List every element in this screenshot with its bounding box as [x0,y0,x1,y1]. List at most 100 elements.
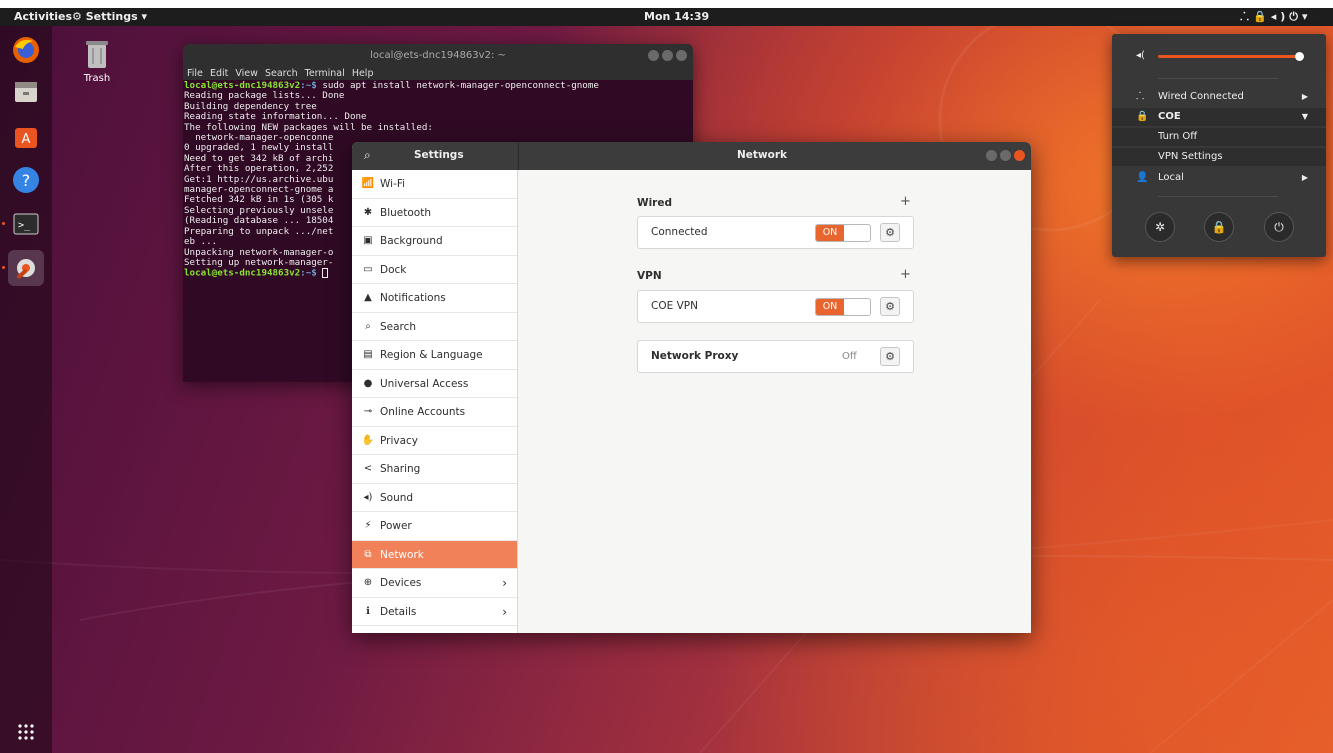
vpn-icon: 🔒 [1253,10,1271,23]
settings-icon [16,259,35,279]
terminal-launcher[interactable]: >_ [8,206,44,242]
clock[interactable]: Mon 14:39 [644,10,709,24]
wired-menu-item[interactable]: ⸫ Wired Connected ▶ [1112,88,1326,106]
sidebar-item-label: Background [380,235,443,247]
files-icon [15,82,37,102]
sidebar-item-label: Devices [380,577,422,589]
settings-icon: ✲ [1154,220,1166,234]
sidebar-item-sound[interactable]: ◂) Sound [352,484,517,512]
top-bar: Activities ⚙ Settings ▾ Mon 14:39 ⸫🔒◂)⏻▾ [0,8,1333,26]
app-menu-button[interactable]: ⚙ Settings ▾ [72,10,147,24]
menu-file[interactable]: File [187,68,203,79]
sidebar-item-search[interactable]: ⌕ Search [352,313,517,341]
sidebar-item-region-language[interactable]: ▤ Region & Language [352,341,517,370]
add-wired-button[interactable]: + [900,194,911,209]
chevron-right-icon: › [502,604,507,619]
user-menu-item[interactable]: 👤 Local ▶ [1112,169,1326,187]
wired-status: Connected [651,226,708,238]
firefox-launcher[interactable] [8,32,44,68]
vpn-section-title: VPN [637,270,662,282]
toggle-on-label: ON [816,299,844,315]
close-button[interactable] [1014,150,1025,161]
add-vpn-button[interactable]: + [900,267,911,282]
vpn-settings-button[interactable]: ⚙ [880,297,900,316]
menu-edit[interactable]: Edit [210,68,228,79]
sidebar-item-privacy[interactable]: ✋ Privacy [352,427,517,455]
sidebar-item-network[interactable]: ⧉ Network [352,540,517,569]
menu-help[interactable]: Help [352,68,374,79]
vpn-settings-label: VPN Settings [1158,151,1223,162]
menu-terminal[interactable]: Terminal [305,68,345,79]
gear-icon: ⚙ [885,226,895,239]
sidebar-item-universal-access[interactable]: ● Universal Access [352,370,517,398]
vpn-settings-item[interactable]: VPN Settings [1112,148,1326,166]
close-button[interactable] [676,50,687,61]
vpn-icon: 🔒 [1136,111,1149,122]
software-launcher[interactable]: A [8,118,44,154]
sidebar-item-label: Network [380,548,424,561]
settings-button[interactable]: ✲ [1145,212,1175,242]
sidebar-item-dock[interactable]: ▭ Dock [352,256,517,284]
running-indicator [2,222,5,225]
maximize-button[interactable] [1000,150,1011,161]
proxy-settings-button[interactable]: ⚙ [880,347,900,366]
volume-icon: ◂) [1270,10,1290,23]
details-icon: ℹ [366,605,370,617]
region-icon: ▤ [363,349,373,360]
terminal-menubar: File Edit View Search Terminal Help [183,68,693,80]
top-edge [0,0,1333,8]
proxy-status: Off [842,351,857,362]
proxy-label: Network Proxy [651,350,739,362]
sidebar-item-background[interactable]: ▣ Background [352,227,517,256]
sidebar-item-label: Sound [380,491,414,504]
prompt-user: local@ets-dnc194863v2 [184,267,301,279]
lock-button[interactable]: 🔒 [1204,212,1234,242]
activities-button[interactable]: Activities [14,10,72,24]
wired-settings-button[interactable]: ⚙ [880,223,900,242]
show-applications-button[interactable] [8,714,44,750]
sidebar-item-bluetooth[interactable]: ✱ Bluetooth [352,199,517,227]
menu-search[interactable]: Search [265,68,298,79]
sidebar-title: Settings [414,149,464,161]
power-icon: ⏻ [1274,220,1284,234]
sidebar-item-label: Notifications [380,292,446,304]
volume-slider[interactable] [1158,52,1304,61]
sidebar-item-notifications[interactable]: ▲ Notifications [352,284,517,313]
sidebar-item-power[interactable]: ⚡ Power [352,512,517,541]
svg-text:A: A [22,132,31,147]
sidebar-item-label: Search [380,320,417,333]
sidebar-item-label: Bluetooth [380,206,431,219]
terminal-title: local@ets-dnc194863v2: ~ [370,50,506,61]
prompt-path: :~$ [300,267,317,279]
network-proxy-row[interactable]: Network Proxy Off ⚙ [637,340,914,373]
settings-headerbar: ⌕ Settings Network [352,142,1031,170]
search-toggle-button[interactable]: ⌕ [364,148,371,163]
sidebar-item-online-accounts[interactable]: ⊸ Online Accounts [352,398,517,427]
sidebar-item-details[interactable]: ℹ Details › [352,598,517,626]
maximize-button[interactable] [662,50,673,61]
search-icon: ⌕ [365,320,371,332]
menu-view[interactable]: View [235,68,258,79]
files-launcher[interactable] [8,74,44,110]
power-off-button[interactable]: ⏻ [1264,212,1294,242]
vpn-toggle[interactable]: ON [815,298,871,316]
sidebar-item-wi-fi[interactable]: 📶 Wi-Fi [352,170,517,199]
gear-icon: ⚙ [885,350,895,363]
trash-desktop-icon[interactable]: Trash [74,38,120,84]
sidebar-item-devices[interactable]: ⊕ Devices › [352,569,517,598]
vpn-menu-item[interactable]: 🔒 COE ▼ [1112,108,1326,126]
volume-slider-knob[interactable] [1295,52,1304,61]
minimize-button[interactable] [986,150,997,161]
system-tray[interactable]: ⸫🔒◂)⏻▾ [1240,10,1312,24]
help-launcher[interactable]: ? [8,162,44,198]
settings-launcher[interactable] [8,250,44,286]
terminal-icon: >_ [13,213,39,235]
vpn-name: COE VPN [651,300,698,312]
wired-toggle[interactable]: ON [815,224,871,242]
lock-icon: 🔒 [1211,220,1227,234]
user-icon: 👤 [1136,172,1149,183]
sidebar-item-label: Sharing [380,463,421,475]
vpn-turn-off-item[interactable]: Turn Off [1112,128,1326,146]
minimize-button[interactable] [648,50,659,61]
sidebar-item-sharing[interactable]: < Sharing [352,455,517,484]
